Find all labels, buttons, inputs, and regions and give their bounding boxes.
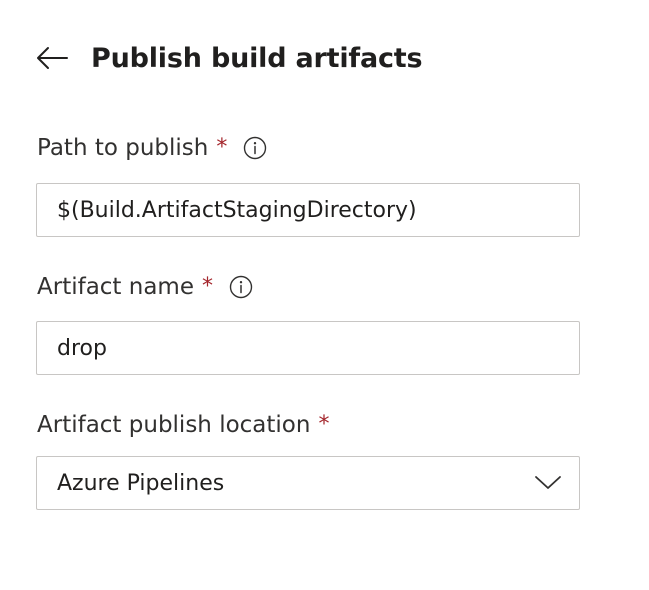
info-icon[interactable] xyxy=(229,275,253,299)
info-icon[interactable] xyxy=(243,136,267,160)
publish-location-label: Artifact publish location xyxy=(37,412,311,438)
publish-location-selected: Azure Pipelines xyxy=(57,470,225,496)
page-header xyxy=(36,38,70,78)
artifact-name-label: Artifact name xyxy=(37,274,194,300)
required-marker: * xyxy=(318,412,330,437)
page-title: Publish build artifacts xyxy=(91,43,423,74)
publish-location-dropdown[interactable]: Azure Pipelines xyxy=(36,456,580,510)
artifact-name-input[interactable] xyxy=(37,322,579,374)
path-to-publish-field[interactable] xyxy=(36,183,580,237)
required-marker: * xyxy=(216,135,228,160)
path-to-publish-input[interactable] xyxy=(37,184,579,236)
arrow-left-icon xyxy=(37,47,68,69)
artifact-name-label-row: Artifact name * xyxy=(37,271,253,303)
back-button[interactable] xyxy=(36,41,70,75)
publish-location-label-row: Artifact publish location * xyxy=(37,409,329,441)
path-to-publish-label-row: Path to publish * xyxy=(37,132,267,164)
path-to-publish-label: Path to publish xyxy=(37,135,209,161)
artifact-name-field[interactable] xyxy=(36,321,580,375)
chevron-down-icon xyxy=(533,468,563,498)
required-marker: * xyxy=(202,274,213,299)
